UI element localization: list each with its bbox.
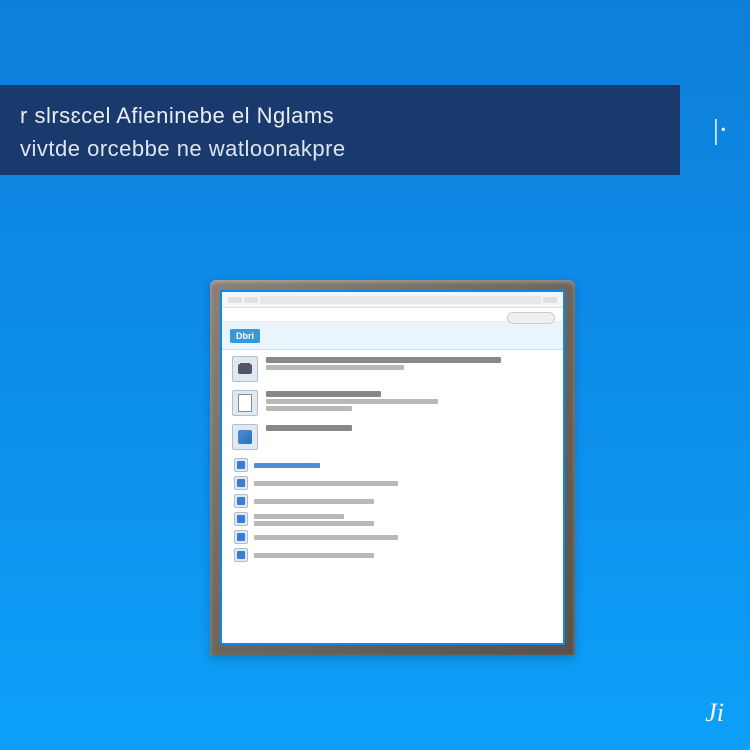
banner-line-2: vivtde orcebbe ne watloonakpre bbox=[20, 132, 660, 165]
item-text-line bbox=[254, 514, 344, 519]
item-desc-line bbox=[266, 399, 438, 404]
item-icon bbox=[234, 458, 248, 472]
monitor-frame: Dbri bbox=[210, 280, 575, 655]
item-icon bbox=[234, 494, 248, 508]
item-text bbox=[254, 513, 553, 526]
list-item[interactable] bbox=[232, 548, 553, 562]
list-item[interactable] bbox=[232, 356, 553, 382]
item-icon bbox=[234, 530, 248, 544]
forward-button[interactable] bbox=[244, 297, 258, 303]
item-text bbox=[266, 390, 553, 411]
item-desc-line bbox=[266, 406, 352, 411]
item-text-line bbox=[254, 481, 398, 486]
content-list bbox=[222, 350, 563, 572]
item-text-line bbox=[254, 535, 398, 540]
address-bar[interactable] bbox=[260, 296, 541, 304]
item-desc-line bbox=[266, 365, 404, 370]
title-banner: r slrsɛcel Afieninebe el Nglams vivtde o… bbox=[0, 85, 680, 175]
bottom-watermark: Ji bbox=[705, 698, 724, 728]
item-title-line bbox=[266, 391, 381, 397]
content-header: Dbri bbox=[222, 322, 563, 350]
header-badge: Dbri bbox=[230, 329, 260, 343]
item-text bbox=[254, 534, 553, 540]
item-text bbox=[254, 462, 553, 468]
list-item[interactable] bbox=[232, 530, 553, 544]
back-button[interactable] bbox=[228, 297, 242, 303]
item-text-line bbox=[254, 521, 374, 526]
list-item[interactable] bbox=[232, 494, 553, 508]
item-text-line bbox=[254, 553, 374, 558]
list-item[interactable] bbox=[232, 458, 553, 472]
toolbar-button[interactable] bbox=[543, 297, 557, 303]
item-title-line bbox=[266, 425, 352, 431]
list-item[interactable] bbox=[232, 476, 553, 490]
item-link-line bbox=[254, 463, 320, 468]
item-icon bbox=[234, 476, 248, 490]
item-icon bbox=[234, 548, 248, 562]
browser-toolbar bbox=[222, 292, 563, 308]
header-action-button[interactable] bbox=[507, 312, 555, 324]
item-text bbox=[266, 424, 553, 431]
list-item[interactable] bbox=[232, 512, 553, 526]
app-icon bbox=[232, 424, 258, 450]
item-icon bbox=[234, 512, 248, 526]
item-text bbox=[266, 356, 553, 370]
list-item[interactable] bbox=[232, 390, 553, 416]
item-title-line bbox=[266, 357, 501, 363]
list-item[interactable] bbox=[232, 424, 553, 450]
item-text bbox=[254, 480, 553, 486]
banner-line-1: r slrsɛcel Afieninebe el Nglams bbox=[20, 99, 660, 132]
item-text bbox=[254, 498, 553, 504]
item-text-line bbox=[254, 499, 374, 504]
file-icon bbox=[232, 390, 258, 416]
camera-icon bbox=[232, 356, 258, 382]
item-text bbox=[254, 552, 553, 558]
right-watermark: |· bbox=[713, 115, 728, 147]
screen: Dbri bbox=[220, 290, 565, 645]
